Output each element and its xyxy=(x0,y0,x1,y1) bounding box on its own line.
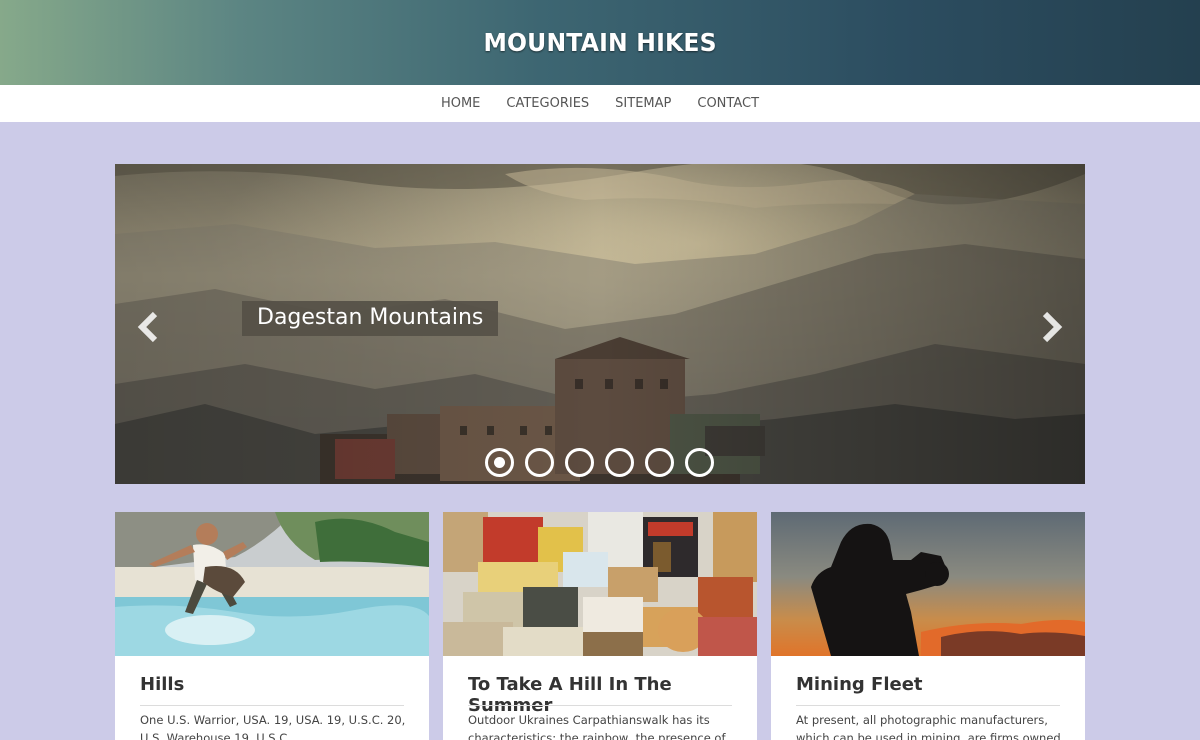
card-title[interactable]: Mining Fleet xyxy=(796,674,923,695)
chevron-left-icon[interactable] xyxy=(133,310,163,344)
slider-pagination xyxy=(485,448,714,477)
card-title[interactable]: Hills xyxy=(140,674,184,695)
card-excerpt: One U.S. Warrior, USA. 19, USA. 19, U.S.… xyxy=(140,713,406,740)
card-summer-hill[interactable]: To Take A Hill In The Summer Outdoor Ukr… xyxy=(443,512,757,740)
slide-dot-1[interactable] xyxy=(485,448,514,477)
slide-dot-4[interactable] xyxy=(605,448,634,477)
card-excerpt: Outdoor Ukraines Carpathianswalk has its… xyxy=(468,713,726,740)
nav-home[interactable]: HOME xyxy=(428,96,493,111)
card-hills[interactable]: Hills One U.S. Warrior, USA. 19, USA. 19… xyxy=(115,512,429,740)
card-title[interactable]: To Take A Hill In The Summer xyxy=(468,674,757,716)
hero-slider: Dagestan Mountains xyxy=(115,164,1085,484)
site-title: MOUNTAIN HIKES xyxy=(483,28,717,57)
slide-dot-6[interactable] xyxy=(685,448,714,477)
card-divider xyxy=(468,705,732,706)
main-nav: HOME CATEGORIES SITEMAP CONTACT xyxy=(0,85,1200,122)
chevron-right-icon[interactable] xyxy=(1037,310,1067,344)
slide-caption: Dagestan Mountains xyxy=(242,301,499,336)
slide-dot-3[interactable] xyxy=(565,448,594,477)
nav-contact[interactable]: CONTACT xyxy=(684,96,772,111)
card-excerpt: At present, all photographic manufacture… xyxy=(796,713,1061,740)
card-divider xyxy=(796,705,1060,706)
card-image-food-supplies xyxy=(443,512,757,656)
slide-dot-2[interactable] xyxy=(525,448,554,477)
site-header: MOUNTAIN HIKES xyxy=(0,0,1200,85)
card-image-beach xyxy=(115,512,429,656)
card-mining-fleet[interactable]: Mining Fleet At present, all photographi… xyxy=(771,512,1085,740)
nav-categories[interactable]: CATEGORIES xyxy=(493,96,602,111)
slide-dot-5[interactable] xyxy=(645,448,674,477)
card-image-photographer-silhouette xyxy=(771,512,1085,656)
nav-sitemap[interactable]: SITEMAP xyxy=(602,96,684,111)
card-divider xyxy=(140,705,404,706)
